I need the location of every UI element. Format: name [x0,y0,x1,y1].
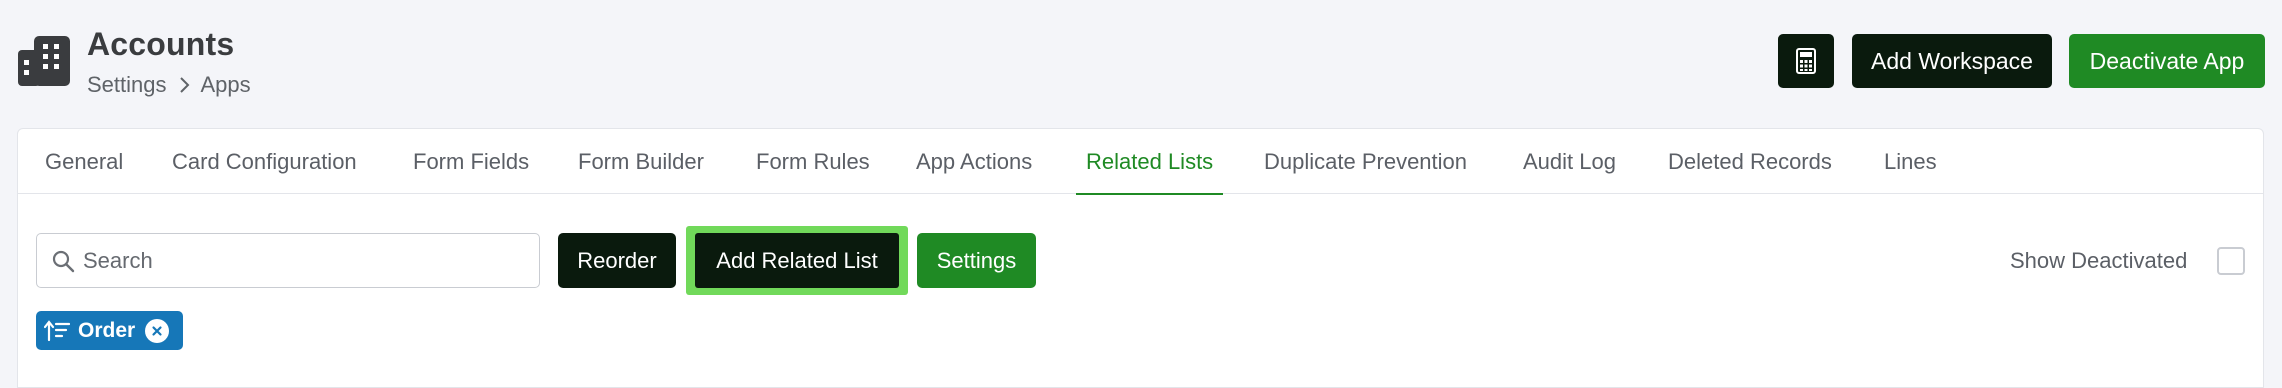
tab-deleted-records[interactable]: Deleted Records [1668,129,1832,194]
tab-duplicate-prevention[interactable]: Duplicate Prevention [1264,129,1467,194]
page-title: Accounts [87,26,235,62]
chevron-right-icon [179,77,189,93]
building-icon [18,36,70,86]
show-deactivated-label: Show Deactivated [2010,248,2188,273]
add-workspace-button[interactable]: Add Workspace [1852,34,2052,88]
filter-chip-order[interactable]: Order [36,311,183,350]
tab-card-configuration[interactable]: Card Configuration [172,129,357,194]
tab-related-lists[interactable]: Related Lists [1075,129,1224,195]
search-box [36,233,540,288]
filter-chip-label: Order [78,318,136,342]
tab-general[interactable]: General [45,129,123,194]
tab-app-actions[interactable]: App Actions [916,129,1032,194]
tab-bar: General Card Configuration Form Fields F… [18,129,2263,195]
page-header: Accounts Settings Apps Add Workspace Dea… [0,0,2282,128]
tab-lines[interactable]: Lines [1884,129,1937,194]
tab-audit-log[interactable]: Audit Log [1523,129,1616,194]
settings-card: General Card Configuration Form Fields F… [17,128,2264,388]
show-deactivated-checkbox[interactable] [2217,247,2245,275]
tab-form-rules[interactable]: Form Rules [756,129,870,194]
reorder-button[interactable]: Reorder [558,233,676,288]
deactivate-app-button[interactable]: Deactivate App [2069,34,2265,88]
add-related-list-button[interactable]: Add Related List [695,233,899,288]
sort-ascending-icon [44,319,70,341]
breadcrumb-item-apps[interactable]: Apps [201,72,251,98]
search-icon [52,250,75,273]
breadcrumb-item-settings[interactable]: Settings [87,72,167,98]
calculator-icon [1796,48,1816,74]
settings-button[interactable]: Settings [917,233,1036,288]
breadcrumb: Settings Apps [87,72,251,98]
add-related-list-highlight: Add Related List [686,226,908,295]
search-input[interactable] [83,234,523,287]
chip-close-button[interactable] [145,318,170,343]
close-icon [152,325,162,336]
calculator-button[interactable] [1778,34,1834,88]
tab-form-builder[interactable]: Form Builder [578,129,704,194]
tab-form-fields[interactable]: Form Fields [413,129,529,194]
